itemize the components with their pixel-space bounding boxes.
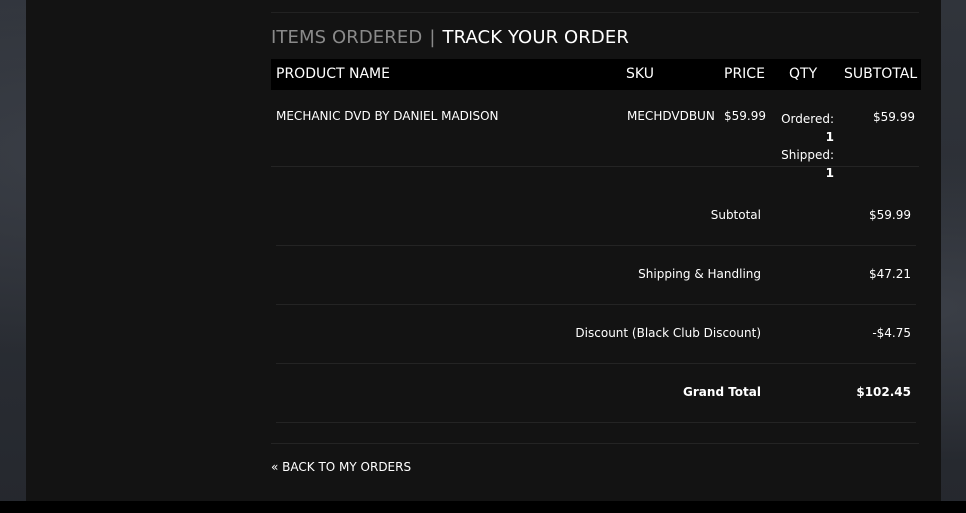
divider bbox=[276, 422, 916, 423]
product-qty: Ordered: 1 Shipped: 1 bbox=[772, 110, 834, 182]
divider bbox=[276, 363, 916, 364]
grand-total-label: Grand Total bbox=[683, 385, 761, 399]
order-tabs: ITEMS ORDERED | TRACK YOUR ORDER bbox=[271, 27, 629, 48]
subtotal-label: Subtotal bbox=[710, 208, 761, 222]
divider bbox=[276, 304, 916, 305]
qty-ordered: Ordered: 1 bbox=[772, 110, 834, 146]
product-name[interactable]: MECHANIC DVD BY DANIEL MADISON bbox=[276, 109, 499, 123]
discount-value: -$4.75 bbox=[872, 326, 911, 340]
divider bbox=[271, 443, 919, 444]
shipped-qty: 1 bbox=[825, 166, 834, 180]
ordered-label: Ordered: bbox=[781, 112, 834, 126]
discount-label: Discount (Black Club Discount) bbox=[575, 326, 761, 340]
header-sku: SKU bbox=[626, 66, 654, 82]
product-price: $59.99 bbox=[724, 109, 766, 123]
footer-bar bbox=[0, 501, 966, 513]
shipped-label: Shipped: bbox=[781, 148, 834, 162]
divider bbox=[276, 245, 916, 246]
tab-separator: | bbox=[429, 27, 436, 48]
grand-total-value: $102.45 bbox=[856, 385, 911, 399]
divider bbox=[271, 166, 919, 167]
header-subtotal: SUBTOTAL bbox=[844, 66, 918, 82]
qty-shipped: Shipped: 1 bbox=[772, 146, 834, 182]
ordered-qty: 1 bbox=[825, 130, 834, 144]
header-price: PRICE bbox=[724, 66, 765, 82]
header-qty: QTY bbox=[789, 66, 818, 82]
shipping-label: Shipping & Handling bbox=[638, 267, 761, 281]
table-header: PRODUCT NAME SKU PRICE QTY SUBTOTAL bbox=[271, 59, 921, 90]
tab-track-your-order[interactable]: TRACK YOUR ORDER bbox=[442, 27, 628, 48]
shipping-value: $47.21 bbox=[869, 267, 911, 281]
subtotal-value: $59.99 bbox=[869, 208, 911, 222]
divider bbox=[271, 12, 919, 13]
product-subtotal: $59.99 bbox=[873, 110, 915, 124]
back-to-orders-link[interactable]: « BACK TO MY ORDERS bbox=[271, 460, 411, 474]
product-sku: MECHDVDBUN bbox=[627, 109, 715, 123]
tab-items-ordered[interactable]: ITEMS ORDERED bbox=[271, 27, 422, 48]
header-product-name: PRODUCT NAME bbox=[276, 66, 390, 82]
